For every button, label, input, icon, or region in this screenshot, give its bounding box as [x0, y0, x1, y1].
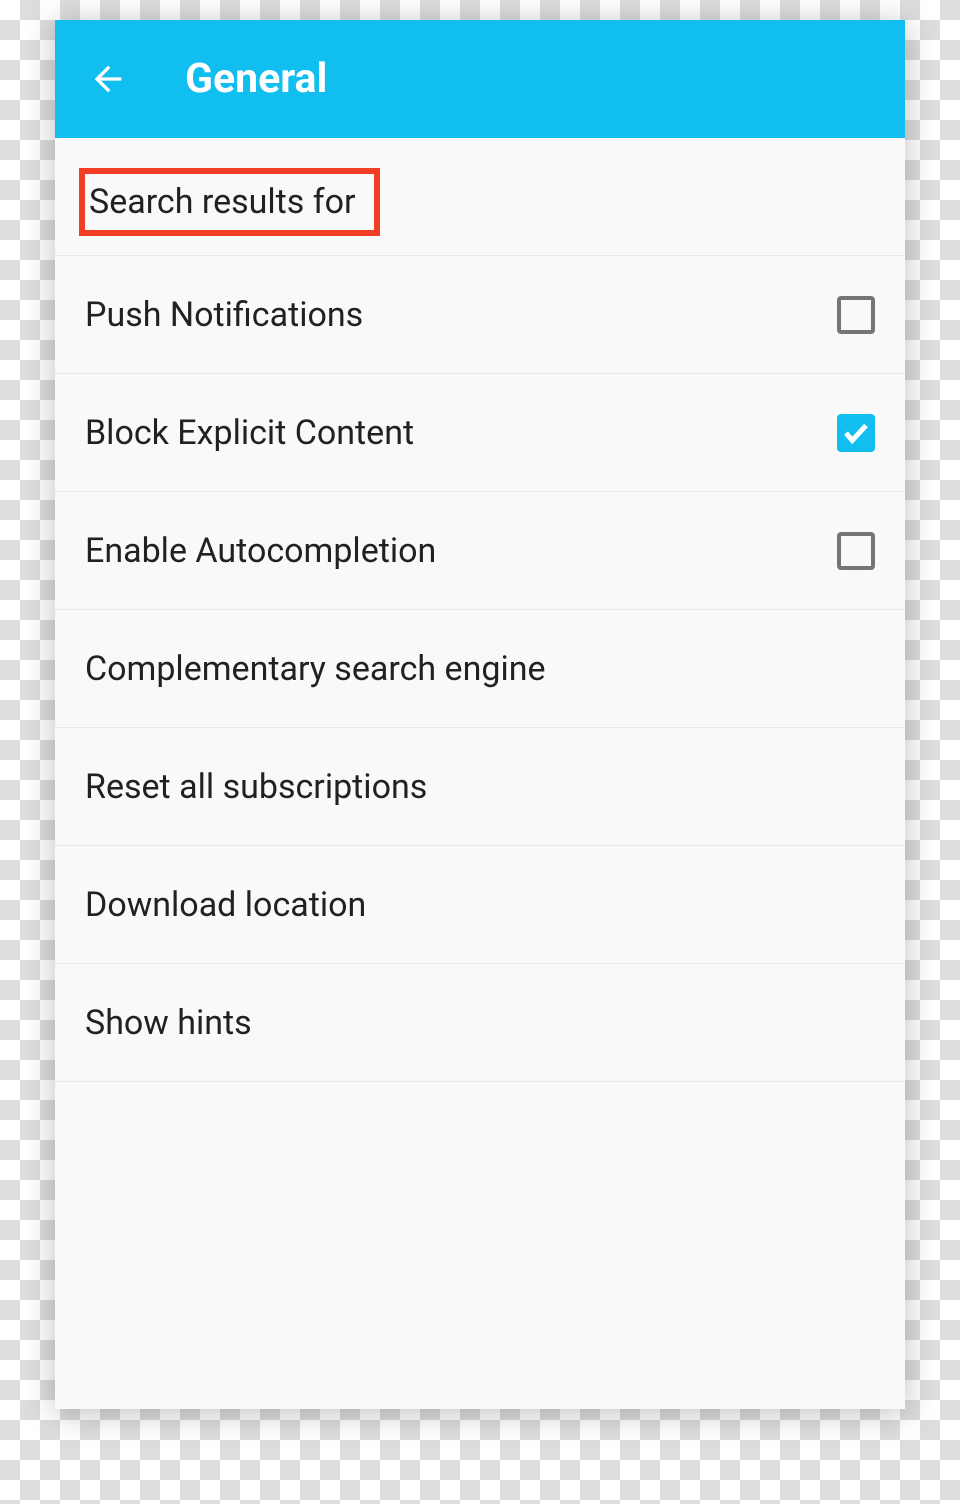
row-label: Complementary search engine — [85, 649, 546, 689]
row-label: Reset all subscriptions — [85, 767, 427, 807]
device-frame: General Search results for Push Notifica… — [55, 20, 905, 1409]
row-label: Push Notifications — [85, 295, 363, 335]
highlight-box: Search results for — [79, 168, 380, 236]
settings-list: Search results for Push Notifications Bl… — [55, 138, 905, 1409]
row-push-notifications[interactable]: Push Notifications — [55, 256, 905, 374]
row-label: Enable Autocompletion — [85, 531, 436, 571]
row-enable-autocompletion[interactable]: Enable Autocompletion — [55, 492, 905, 610]
row-label: Block Explicit Content — [85, 413, 414, 453]
row-complementary-search-engine[interactable]: Complementary search engine — [55, 610, 905, 728]
app-bar: General — [55, 20, 905, 138]
row-download-location[interactable]: Download location — [55, 846, 905, 964]
checkbox-enable-autocompletion[interactable] — [837, 532, 875, 570]
back-arrow-icon[interactable] — [85, 57, 130, 102]
checkbox-block-explicit-content[interactable] — [837, 414, 875, 452]
row-reset-all-subscriptions[interactable]: Reset all subscriptions — [55, 728, 905, 846]
checkbox-push-notifications[interactable] — [837, 296, 875, 334]
row-block-explicit-content[interactable]: Block Explicit Content — [55, 374, 905, 492]
row-label: Show hints — [85, 1003, 252, 1043]
row-show-hints[interactable]: Show hints — [55, 964, 905, 1082]
row-label: Download location — [85, 885, 366, 925]
row-search-results-for[interactable]: Search results for — [55, 138, 905, 256]
row-label: Search results for — [89, 182, 356, 222]
page-title: General — [185, 55, 327, 103]
